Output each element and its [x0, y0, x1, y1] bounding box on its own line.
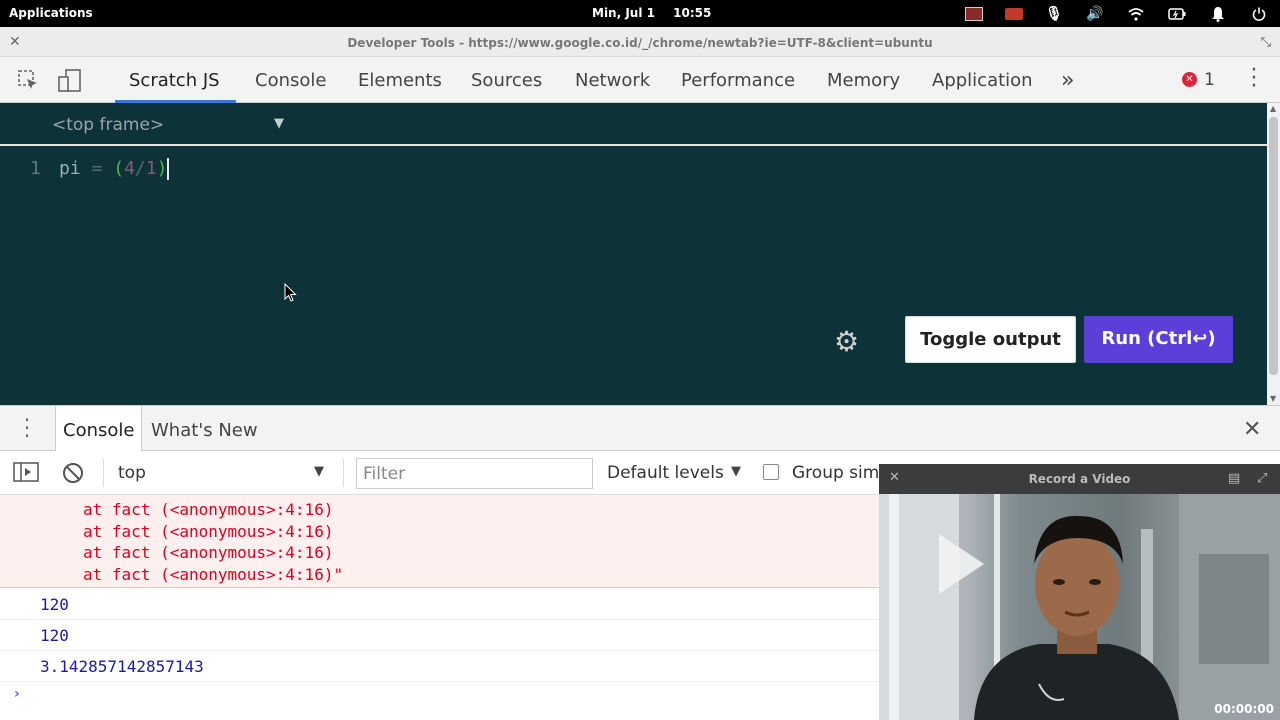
system-top-bar: Applications Min, Jul 1 10:55 🎙 🔊 — [0, 0, 1280, 27]
clear-console-icon[interactable] — [62, 462, 84, 489]
window-title: Developer Tools - https://www.google.co.… — [347, 36, 933, 50]
result-value: 3.142857142857143 — [40, 657, 204, 676]
scroll-up-arrow-icon[interactable]: ▲ — [1270, 104, 1276, 113]
video-recorder-header: ✕ Record a Video ▤ ⤢ — [879, 464, 1280, 494]
text-cursor — [167, 158, 170, 180]
toolbar-divider — [343, 459, 344, 487]
webcam-image — [879, 494, 1280, 720]
scrollbar-thumb[interactable] — [1269, 117, 1278, 375]
drawer-menu-icon[interactable]: · · · — [22, 410, 32, 446]
error-message-block: at fact (<anonymous>:4:16) at fact (<ano… — [0, 495, 880, 588]
code-operator: = — [91, 158, 103, 179]
window-maximize-icon[interactable]: ⤡ — [1261, 35, 1271, 50]
group-similar-label: Group sim — [792, 463, 880, 483]
result-value: 120 — [40, 626, 69, 645]
video-save-icon[interactable]: ▤ — [1228, 471, 1240, 486]
video-recorder-title: Record a Video — [1028, 472, 1131, 486]
clock-date: Min, Jul 1 — [592, 6, 655, 20]
inspect-element-icon[interactable] — [15, 69, 41, 93]
screen-thumbnail-icon[interactable] — [964, 4, 984, 24]
error-count-icon[interactable]: ✕ — [1182, 72, 1197, 87]
stack-trace-line: at fact (<anonymous>:4:16) — [83, 522, 334, 541]
scratch-js-editor: <top frame> ▼ 1 pi = (4/1) ⚙ Toggle outp… — [0, 103, 1267, 405]
console-filter-input[interactable] — [356, 458, 593, 489]
error-count[interactable]: 1 — [1204, 70, 1215, 90]
code-paren-close: ) — [156, 158, 168, 179]
drawer-tab-console[interactable]: Console — [55, 406, 143, 452]
tab-elements[interactable]: Elements — [358, 57, 442, 103]
clipped-error-line — [83, 495, 363, 497]
device-toolbar-icon[interactable] — [58, 69, 84, 93]
dropdown-arrow-icon: ▼ — [274, 116, 284, 131]
code-number: 4 — [124, 158, 135, 179]
volume-icon[interactable]: 🔊 — [1086, 4, 1104, 24]
code-identifier: pi — [59, 158, 81, 179]
tab-application[interactable]: Application — [932, 57, 1033, 103]
code-number: 1 — [145, 158, 157, 179]
battery-icon[interactable] — [1168, 4, 1186, 24]
clock-time: 10:55 — [673, 6, 712, 20]
drawer-tab-bar: · · · Console What's New ✕ — [0, 405, 1280, 452]
frame-selector[interactable]: <top frame> ▼ — [0, 103, 1267, 146]
microphone-icon[interactable]: 🎙 — [1045, 4, 1063, 24]
video-expand-icon[interactable]: ⤢ — [1257, 471, 1267, 486]
devtools-menu-icon[interactable]: · · · — [1246, 60, 1262, 98]
toolbar-divider — [103, 459, 104, 487]
console-result-row: 120 — [0, 589, 880, 620]
drawer-close-icon[interactable]: ✕ — [1243, 417, 1261, 442]
console-result-row: 120 — [0, 620, 880, 651]
tab-memory[interactable]: Memory — [827, 57, 900, 103]
tab-scratch-js[interactable]: Scratch JS — [115, 57, 236, 103]
run-button[interactable]: Run (Ctrl↩) — [1084, 316, 1233, 363]
wifi-icon[interactable] — [1127, 4, 1145, 24]
window-title-bar: ✕ Developer Tools - https://www.google.c… — [0, 27, 1280, 57]
tab-console[interactable]: Console — [255, 57, 326, 103]
context-dropdown-arrow-icon[interactable]: ▼ — [314, 464, 324, 479]
console-prompt-icon: › — [14, 686, 20, 702]
context-selector[interactable]: top — [118, 463, 146, 483]
line-number: 1 — [30, 158, 41, 179]
frame-selector-label: <top frame> — [52, 115, 165, 135]
drawer-tab-whats-new[interactable]: What's New — [151, 406, 258, 452]
more-tabs-chevron-icon[interactable]: » — [1061, 57, 1074, 103]
levels-dropdown-arrow-icon[interactable]: ▼ — [731, 464, 741, 479]
mouse-pointer-icon — [284, 283, 297, 302]
code-editor-line[interactable]: pi = (4/1) — [59, 158, 170, 180]
tab-network[interactable]: Network — [575, 57, 650, 103]
console-result-row: 3.142857142857143 — [0, 651, 880, 682]
tab-sources[interactable]: Sources — [471, 57, 542, 103]
console-prompt-row[interactable]: › — [0, 682, 880, 713]
video-recorder-overlay: ✕ Record a Video ▤ ⤢ 00:00:00 — [879, 464, 1280, 720]
group-similar-checkbox[interactable] — [763, 464, 779, 480]
settings-gear-icon[interactable]: ⚙ — [834, 325, 859, 358]
console-output: at fact (<anonymous>:4:16) at fact (<ano… — [0, 495, 880, 720]
power-icon[interactable] — [1250, 4, 1268, 24]
webcam-feed: 00:00:00 — [879, 494, 1280, 720]
show-sidebar-icon[interactable] — [13, 462, 39, 487]
notification-bell-icon[interactable] — [1209, 4, 1227, 24]
code-divide: / — [134, 158, 146, 179]
result-value: 120 — [40, 595, 69, 614]
log-levels-selector[interactable]: Default levels — [607, 463, 724, 483]
stack-trace-line: at fact (<anonymous>:4:16) — [83, 500, 334, 519]
system-clock[interactable]: Min, Jul 1 10:55 — [592, 6, 725, 20]
editor-scrollbar[interactable]: ▲ ▼ — [1267, 103, 1280, 405]
code-paren-open: ( — [113, 158, 125, 179]
devtools-tab-bar: Scratch JS Console Elements Sources Netw… — [0, 57, 1280, 103]
stack-trace-line: at fact (<anonymous>:4:16) — [83, 543, 334, 562]
applications-menu[interactable]: Applications — [9, 6, 93, 20]
camera-record-icon[interactable] — [1003, 4, 1025, 24]
stack-trace-line: at fact (<anonymous>:4:16)" — [83, 565, 344, 584]
scroll-down-arrow-icon[interactable]: ▼ — [1270, 394, 1276, 403]
recording-timer: 00:00:00 — [1214, 702, 1274, 716]
toggle-output-button[interactable]: Toggle output — [905, 316, 1076, 363]
tab-performance[interactable]: Performance — [681, 57, 795, 103]
